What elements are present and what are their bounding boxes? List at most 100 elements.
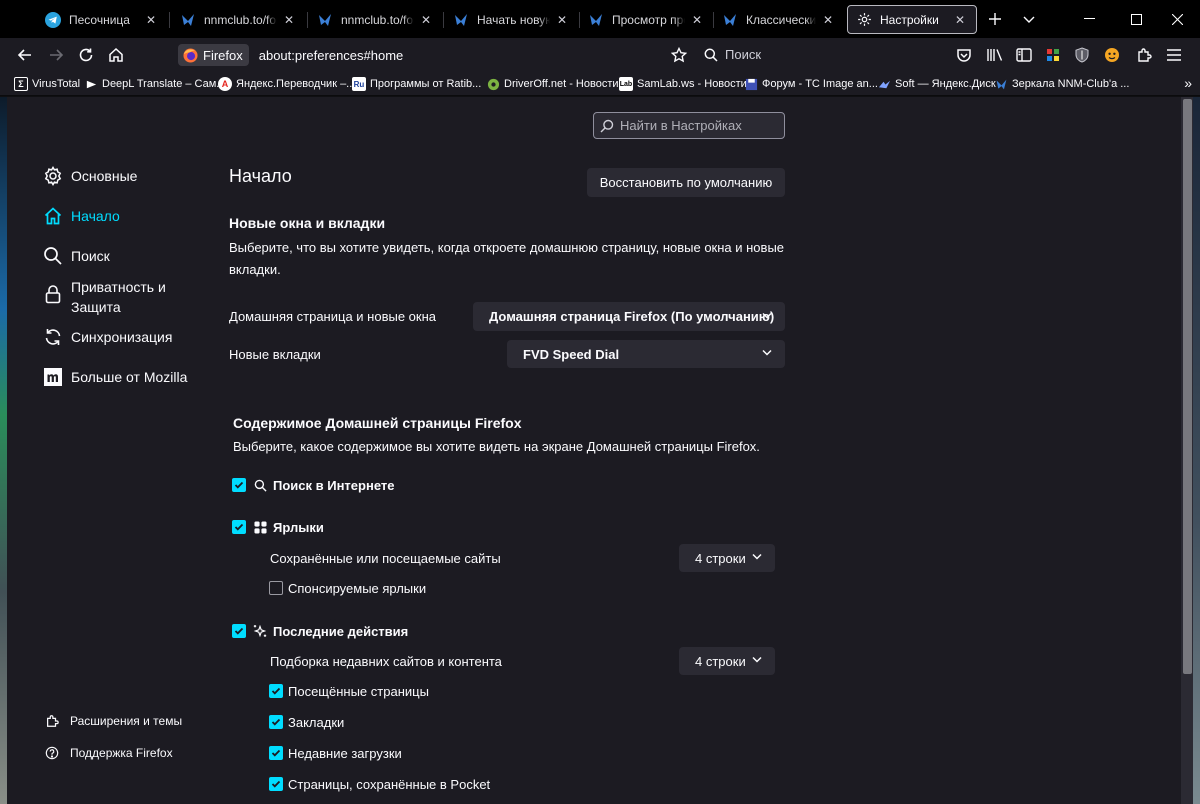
bookmark-item[interactable]: Soft — Яндекс.Диск xyxy=(877,75,996,93)
section-heading-home-content: Содержимое Домашней страницы Firefox xyxy=(233,415,522,431)
footer-link-label: Расширения и темы xyxy=(70,714,183,728)
tab-sandbox[interactable]: Песочница ✕ xyxy=(37,5,167,34)
close-icon[interactable]: ✕ xyxy=(952,13,968,27)
desktop-edge-right xyxy=(1193,97,1200,804)
category-sync[interactable]: Синхронизация xyxy=(43,327,172,347)
list-all-tabs-button[interactable] xyxy=(1017,8,1041,30)
chevron-right-icon[interactable]: » xyxy=(1184,75,1192,91)
recent-downloads-checkbox[interactable] xyxy=(269,746,283,760)
bookmark-item[interactable]: Ru Программы от Ratib... xyxy=(352,75,481,93)
bookmarks-checkbox[interactable] xyxy=(269,715,283,729)
minimize-button[interactable] xyxy=(1066,0,1112,38)
tab-new-topic[interactable]: Начать новую тему ✕ xyxy=(445,5,578,34)
identity-box[interactable]: Firefox xyxy=(178,44,249,66)
bookmark-item[interactable]: A Яндекс.Переводчик –... xyxy=(218,75,355,93)
category-search[interactable]: Поиск xyxy=(43,246,110,266)
bookmarks-toolbar: Σ VirusTotal DeepL Translate – Сам... A … xyxy=(0,72,1200,96)
menu-icon[interactable] xyxy=(1160,42,1188,68)
library-icon[interactable] xyxy=(981,42,1009,68)
bookmark-item[interactable]: DriverOff.net - Новости xyxy=(486,75,619,93)
sponsored-shortcuts-checkbox[interactable] xyxy=(269,581,283,595)
home-button[interactable] xyxy=(102,42,130,68)
category-privacy[interactable]: Приватность и Защита xyxy=(43,277,183,317)
home-icon xyxy=(43,206,63,226)
search-bar[interactable]: Поиск xyxy=(704,47,761,62)
sparkle-icon xyxy=(253,624,267,638)
shield-icon[interactable] xyxy=(1068,42,1096,68)
bookmark-label: VirusTotal xyxy=(32,78,81,90)
tab-title: Начать новую тему xyxy=(477,12,550,27)
extension-multicolor-icon[interactable] xyxy=(1039,42,1067,68)
tab-nnmclub-2[interactable]: nnmclub.to/forum ✕ xyxy=(309,5,442,34)
visited-pages-checkbox[interactable] xyxy=(269,684,283,698)
gear-icon xyxy=(856,12,872,28)
shortcuts-label: Ярлыки xyxy=(273,520,324,535)
tab-nnmclub-1[interactable]: nnmclub.to/forum ✕ xyxy=(172,5,305,34)
bookmark-star-icon[interactable] xyxy=(665,42,693,68)
butterfly-icon xyxy=(994,77,1008,91)
virustotal-icon: Σ xyxy=(14,77,28,91)
homepage-select[interactable]: Домашняя страница Firefox (По умолчанию) xyxy=(473,302,785,331)
tab-settings[interactable]: Настройки ✕ xyxy=(847,5,977,34)
bookmark-item[interactable]: Форум - TC Image an... xyxy=(744,75,878,93)
navigation-toolbar: Firefox about:preferences#home Поиск xyxy=(0,38,1200,72)
bookmark-item[interactable]: Зеркала NNM-Club'a ... xyxy=(994,75,1129,93)
firefox-support-link[interactable]: Поддержка Firefox xyxy=(45,746,173,760)
restore-defaults-button[interactable]: Восстановить по умолчанию xyxy=(587,168,785,197)
category-general[interactable]: Основные xyxy=(43,166,137,186)
reload-button[interactable] xyxy=(72,42,100,68)
tab-title: Просмотр профиля xyxy=(612,12,685,27)
footer-link-label: Поддержка Firefox xyxy=(70,746,173,760)
new-tab-button[interactable] xyxy=(983,8,1007,30)
maximize-button[interactable] xyxy=(1113,0,1159,38)
back-button[interactable] xyxy=(11,42,39,68)
extension-face-icon[interactable] xyxy=(1098,42,1126,68)
newtabs-label: Новые вкладки xyxy=(229,347,321,362)
bookmark-label: Программы от Ratib... xyxy=(370,78,482,90)
shortcuts-rows-select[interactable]: 4 строки xyxy=(679,544,775,572)
newtabs-select[interactable]: FVD Speed Dial xyxy=(507,340,785,368)
url-text[interactable]: about:preferences#home xyxy=(259,48,404,63)
settings-search-input[interactable]: Найти в Настройках xyxy=(593,112,785,139)
tab-classic-forum[interactable]: Классический форум ✕ xyxy=(714,5,844,34)
bookmark-item[interactable]: Lab SamLab.ws - Новости xyxy=(619,75,747,93)
firefox-logo-icon xyxy=(183,47,198,63)
tab-title: nnmclub.to/forum xyxy=(204,12,277,27)
pocket-pages-checkbox[interactable] xyxy=(269,777,283,791)
close-icon[interactable]: ✕ xyxy=(281,13,297,27)
bookmark-item[interactable]: Σ VirusTotal xyxy=(14,75,80,93)
category-more-from-mozilla[interactable]: Больше от Mozilla xyxy=(43,367,187,387)
newtabs-select-value: FVD Speed Dial xyxy=(523,346,620,362)
close-icon[interactable]: ✕ xyxy=(418,13,434,27)
recent-rows-label: Подборка недавних сайтов и контента xyxy=(270,654,502,669)
url-bar[interactable]: Firefox about:preferences#home xyxy=(178,42,698,68)
yandex-disk-icon xyxy=(877,77,891,91)
web-search-checkbox[interactable] xyxy=(232,478,246,492)
butterfly-icon xyxy=(453,12,469,28)
recent-rows-select[interactable]: 4 строки xyxy=(679,647,775,675)
category-home[interactable]: Начало xyxy=(43,206,120,226)
recent-activity-checkbox[interactable] xyxy=(232,624,246,638)
close-icon[interactable]: ✕ xyxy=(554,13,570,27)
deepl-icon xyxy=(84,77,98,91)
pocket-icon[interactable] xyxy=(950,42,978,68)
scrollbar-thumb[interactable] xyxy=(1183,99,1192,674)
bookmark-item[interactable]: DeepL Translate – Сам... xyxy=(84,75,225,93)
forward-button[interactable] xyxy=(42,42,70,68)
bookmark-label: DriverOff.net - Новости xyxy=(504,78,619,90)
homepage-label: Домашняя страница и новые окна xyxy=(229,309,436,324)
section-description: Выберите, какое содержимое вы хотите вид… xyxy=(233,439,760,454)
extensions-puzzle-icon[interactable] xyxy=(1130,42,1158,68)
tab-profile[interactable]: Просмотр профиля ✕ xyxy=(580,5,713,34)
shortcuts-checkbox[interactable] xyxy=(232,520,246,534)
close-icon[interactable]: ✕ xyxy=(820,13,836,27)
section-description: Выберите, что вы хотите увидеть, когда о… xyxy=(229,240,785,277)
bookmark-label: Форум - TC Image an... xyxy=(762,78,878,90)
bookmark-label: Яндекс.Переводчик –... xyxy=(236,78,356,90)
close-icon[interactable]: ✕ xyxy=(689,13,705,27)
sidebar-icon[interactable] xyxy=(1010,42,1038,68)
addons-themes-link[interactable]: Расширения и темы xyxy=(45,714,182,728)
close-icon[interactable]: ✕ xyxy=(143,13,159,27)
bookmark-label: Зеркала NNM-Club'a ... xyxy=(1012,78,1130,90)
close-window-button[interactable] xyxy=(1154,0,1200,38)
